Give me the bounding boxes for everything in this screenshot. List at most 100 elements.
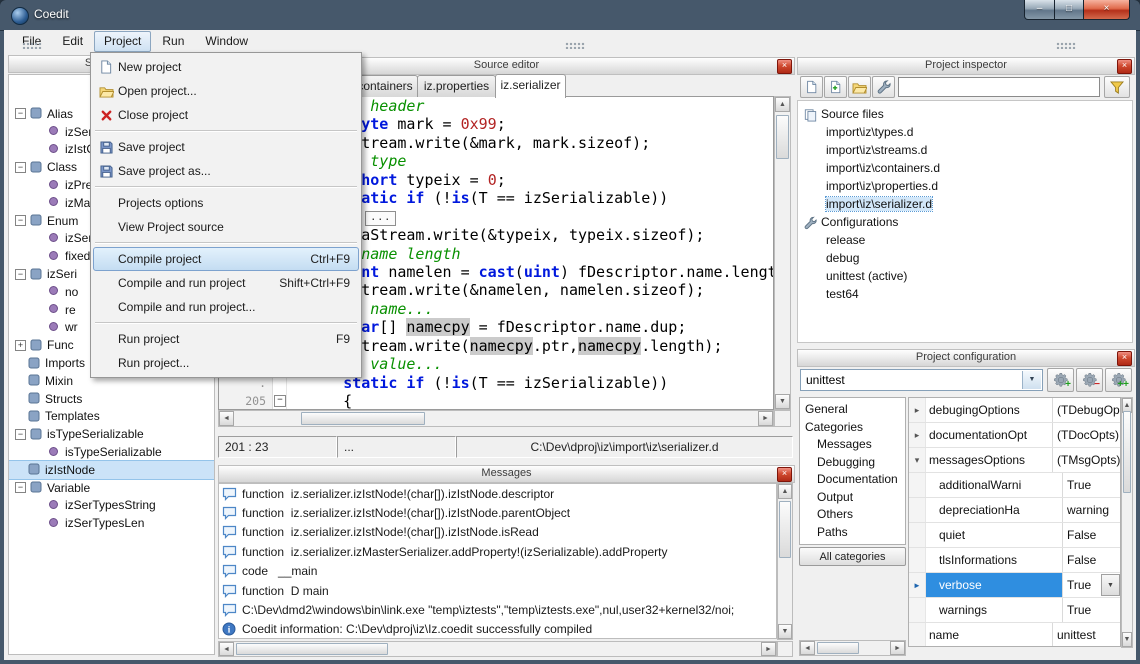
add-configuration-button[interactable]: +	[1047, 368, 1074, 392]
menu-item-view-project-source[interactable]: View Project source	[93, 215, 359, 239]
category-debugging[interactable]: Debugging	[800, 454, 905, 472]
property-value[interactable]: True	[1063, 598, 1120, 622]
tree-expander[interactable]: −	[15, 162, 26, 173]
dock-grip-right[interactable]	[1056, 42, 1076, 49]
tree-expander[interactable]: −	[15, 482, 26, 493]
menu-item-compile-and-run-project[interactable]: Compile and run project...	[93, 295, 359, 319]
categories-horizontal-scrollbar[interactable]: ◄►	[799, 640, 906, 656]
category-documentation[interactable]: Documentation	[800, 471, 905, 489]
tools-button[interactable]	[872, 76, 895, 98]
dock-grip-center[interactable]	[565, 42, 585, 49]
inspector-item-import-iz-containers-d[interactable]: import\iz\containers.d	[798, 159, 1132, 177]
property-value[interactable]: (TMsgOpts)	[1053, 448, 1120, 472]
fold-collapse-box[interactable]: −	[274, 395, 286, 407]
scroll-arrow-icon[interactable]: ►	[761, 642, 776, 656]
inspector-item-import-iz-serializer-d[interactable]: import\iz\serializer.d	[798, 195, 1132, 213]
tree-expander[interactable]: +	[15, 340, 26, 351]
property-row-verbose[interactable]: ►verboseTrue▼	[909, 573, 1120, 598]
category-categories[interactable]: Categories	[800, 419, 905, 437]
property-value[interactable]: unittest	[1053, 623, 1120, 647]
scroll-thumb[interactable]	[779, 501, 791, 558]
inspector-item-test64[interactable]: test64	[798, 285, 1132, 303]
property-value[interactable]: True	[1063, 473, 1120, 497]
message-item[interactable]: C:\Dev\dmd2\windows\bin\link.exe "temp\i…	[219, 600, 776, 619]
symbol-item-istypeserializable[interactable]: isTypeSerializable	[9, 443, 214, 461]
menu-project[interactable]: Project	[94, 31, 151, 52]
menu-item-run-project[interactable]: Run projectF9	[93, 327, 359, 351]
property-row-debugingoptions[interactable]: ▸debugingOptions(TDebugOp	[909, 398, 1120, 423]
property-row-quiet[interactable]: quietFalse	[909, 523, 1120, 548]
inspector-item-debug[interactable]: debug	[798, 249, 1132, 267]
property-value[interactable]: True▼	[1063, 573, 1120, 597]
menu-item-new-project[interactable]: New project	[93, 55, 359, 79]
tab-iz-properties[interactable]: iz.properties	[417, 75, 496, 97]
inspector-item-import-iz-streams-d[interactable]: import\iz\streams.d	[798, 141, 1132, 159]
filter-button[interactable]	[1104, 76, 1130, 98]
symbol-item-templates[interactable]: Templates	[9, 408, 214, 426]
configuration-combo[interactable]: unittest ▼	[800, 369, 1043, 391]
menu-item-open-project[interactable]: Open project...	[93, 79, 359, 103]
maximize-button[interactable]: □	[1055, 0, 1083, 20]
new-file-button[interactable]	[800, 76, 823, 98]
message-item[interactable]: function iz.serializer.izMasterSerialize…	[219, 542, 776, 561]
scroll-arrow-icon[interactable]: ◄	[219, 642, 234, 656]
inspector-item-unittest-active[interactable]: unittest (active)	[798, 267, 1132, 285]
tab-iz-serializer[interactable]: iz.serializer	[495, 74, 566, 98]
symbol-item-variable[interactable]: −Variable	[9, 479, 214, 497]
project-inspector-header[interactable]: Project inspector ×	[797, 57, 1135, 75]
menu-item-run-project[interactable]: Run project...	[93, 351, 359, 375]
symbol-item-izistnode[interactable]: izIstNode	[9, 461, 214, 479]
editor-horizontal-scrollbar[interactable]: ◄►	[218, 410, 774, 427]
messages-close-icon[interactable]: ×	[777, 467, 792, 482]
scroll-arrow-icon[interactable]: ◄	[800, 641, 815, 655]
property-value[interactable]: (TDocOpts)	[1053, 423, 1120, 447]
minimize-button[interactable]: –	[1024, 0, 1055, 20]
scroll-arrow-icon[interactable]: ▲	[778, 484, 792, 499]
symbol-item-izsertypeslen[interactable]: izSerTypesLen	[9, 514, 214, 532]
scroll-thumb[interactable]	[776, 115, 789, 159]
menu-item-compile-and-run-project[interactable]: Compile and run projectShift+Ctrl+F9	[93, 271, 359, 295]
message-item[interactable]: iCoedit information: C:\Dev\dproj\iz\Iz.…	[219, 620, 776, 639]
property-row-name[interactable]: nameunittest	[909, 623, 1120, 647]
property-row-warnings[interactable]: warningsTrue	[909, 598, 1120, 623]
category-others[interactable]: Others	[800, 506, 905, 524]
inspector-item-release[interactable]: release	[798, 231, 1132, 249]
tree-expander[interactable]: −	[15, 429, 26, 440]
scroll-arrow-icon[interactable]: ▼	[1122, 632, 1132, 647]
property-value[interactable]: (TDebugOp	[1053, 398, 1120, 422]
combo-dropdown-icon[interactable]: ▼	[1022, 371, 1041, 389]
messages-horizontal-scrollbar[interactable]: ◄►	[218, 641, 777, 657]
category-messages[interactable]: Messages	[800, 436, 905, 454]
tree-expander[interactable]: −	[15, 108, 26, 119]
dock-grip-left[interactable]	[22, 42, 42, 49]
all-categories-button[interactable]: All categories	[799, 547, 906, 566]
menu-item-projects-options[interactable]: Projects options	[93, 191, 359, 215]
scroll-thumb[interactable]	[1123, 411, 1131, 493]
menu-item-save-project-as[interactable]: Save project as...	[93, 159, 359, 183]
scroll-thumb[interactable]	[236, 643, 388, 655]
scroll-arrow-icon[interactable]: ►	[890, 641, 905, 655]
property-row-tlsinformations[interactable]: tlsInformationsFalse	[909, 548, 1120, 573]
category-paths[interactable]: Paths	[800, 524, 905, 542]
tree-expander[interactable]: −	[15, 215, 26, 226]
menu-edit[interactable]: Edit	[52, 31, 93, 52]
property-expander-icon[interactable]: ▸	[909, 423, 926, 447]
property-row-messagesoptions[interactable]: ▾messagesOptions(TMsgOpts)	[909, 448, 1120, 473]
inspector-item-import-iz-properties-d[interactable]: import\iz\properties.d	[798, 177, 1132, 195]
property-expander-icon[interactable]: ▾	[909, 448, 926, 472]
editor-vertical-scrollbar[interactable]: ▲▼	[774, 96, 791, 410]
menu-item-compile-project[interactable]: Compile projectCtrl+F9	[93, 247, 359, 271]
remove-configuration-button[interactable]: −	[1076, 368, 1103, 392]
property-value[interactable]: False	[1063, 548, 1120, 572]
source-editor-close-icon[interactable]: ×	[777, 59, 792, 74]
category-output[interactable]: Output	[800, 489, 905, 507]
property-row-depreciationha[interactable]: depreciationHawarning	[909, 498, 1120, 523]
property-value[interactable]: False	[1063, 523, 1120, 547]
project-configuration-close-icon[interactable]: ×	[1117, 351, 1132, 366]
menu-item-save-project[interactable]: Save project	[93, 135, 359, 159]
open-folder-button[interactable]	[848, 76, 871, 98]
grid-vertical-scrollbar[interactable]: ▲▼	[1121, 397, 1133, 648]
message-item[interactable]: function iz.serializer.izIstNode!(char[]…	[219, 484, 776, 503]
property-row-additionalwarni[interactable]: additionalWarniTrue	[909, 473, 1120, 498]
symbol-item-izsertypesstring[interactable]: izSerTypesString	[9, 497, 214, 515]
